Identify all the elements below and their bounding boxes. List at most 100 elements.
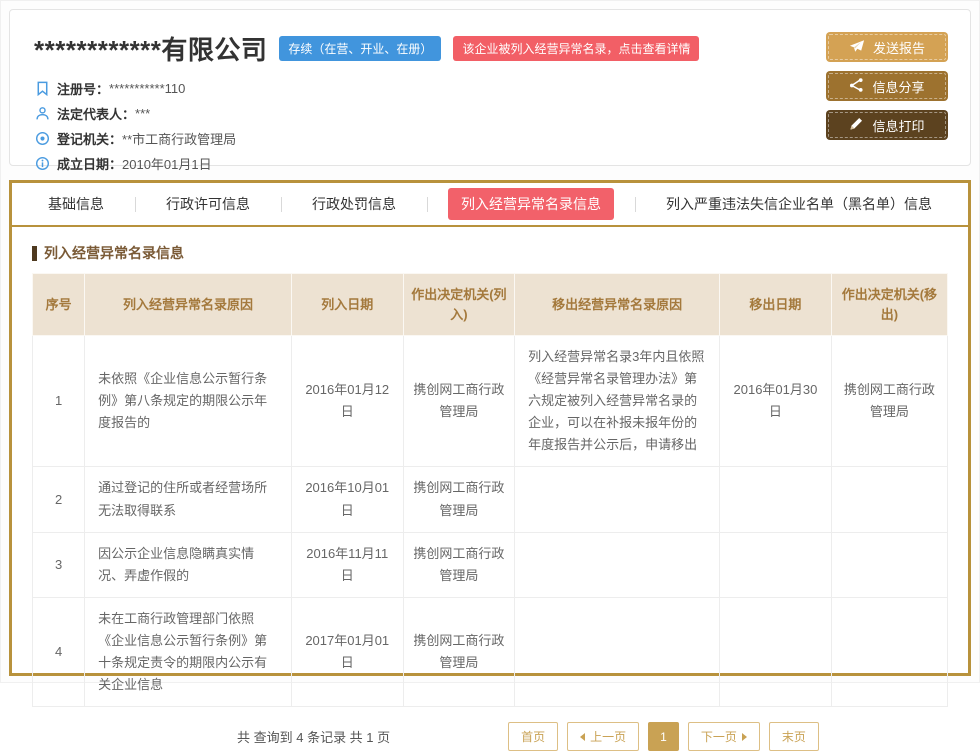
- send-report-button[interactable]: 发送报告: [826, 32, 948, 62]
- last-page-button[interactable]: 末页: [769, 722, 819, 751]
- tab-separator: [427, 197, 428, 212]
- table-cell: 2016年01月12日: [291, 336, 403, 467]
- registration-authority-value: **市工商行政管理局: [122, 129, 236, 148]
- table-header-row: 序号列入经营异常名录原因列入日期作出决定机关(列入)移出经营异常名录原因移出日期…: [33, 274, 948, 336]
- legal-representative-label: 法定代表人：: [57, 104, 135, 123]
- table-cell: 2016年10月01日: [291, 467, 403, 532]
- table-row: 3因公示企业信息隐瞒真实情况、弄虚作假的2016年11月11日携创网工商行政管理…: [33, 532, 948, 597]
- registration-number-row: 注册号： ***********110: [34, 76, 820, 101]
- table-cell: 2016年01月30日: [720, 336, 832, 467]
- table-row: 2通过登记的住所或者经营场所无法取得联系2016年10月01日携创网工商行政管理…: [33, 467, 948, 532]
- table-cell: 未在工商行政管理部门依照《企业信息公示暂行条例》第十条规定责令的期限内公示有关企…: [85, 597, 292, 706]
- registration-number-value: ***********110: [109, 81, 185, 96]
- table-cell: [515, 467, 720, 532]
- tab-administrative-penalty[interactable]: 行政处罚信息: [302, 188, 406, 220]
- first-page-label: 首页: [521, 728, 545, 745]
- table-cell: 携创网工商行政管理局: [403, 467, 515, 532]
- share-info-label: 信息分享: [872, 77, 924, 96]
- table-cell: [515, 532, 720, 597]
- tab-separator: [281, 197, 282, 212]
- table-cell: [831, 597, 947, 706]
- establishment-date-value: 2010年01月1日: [122, 154, 212, 173]
- prev-page-button[interactable]: 上一页: [567, 722, 639, 751]
- panel-body: 列入经营异常名录信息 序号列入经营异常名录原因列入日期作出决定机关(列入)移出经…: [12, 243, 968, 751]
- status-badge: 存续（在营、开业、在册）: [279, 36, 441, 61]
- detail-panel: 基础信息 行政许可信息 行政处罚信息 列入经营异常名录信息 列入严重违法失信企业…: [9, 180, 971, 676]
- info-icon: [34, 156, 50, 172]
- record-count-summary: 共 查询到 4 条记录 共 1 页: [237, 727, 390, 746]
- tab-separator: [135, 197, 136, 212]
- tab-administrative-license[interactable]: 行政许可信息: [156, 188, 260, 220]
- table-cell: 1: [33, 336, 85, 467]
- person-icon: [34, 106, 50, 122]
- next-page-label: 下一页: [701, 728, 737, 745]
- table-cell: 通过登记的住所或者经营场所无法取得联系: [85, 467, 292, 532]
- table-cell: 2: [33, 467, 85, 532]
- send-icon: [849, 39, 865, 56]
- last-page-label: 末页: [782, 728, 806, 745]
- pencil-icon: [849, 116, 864, 134]
- table-cell: [720, 597, 832, 706]
- tab-separator: [635, 197, 636, 212]
- table-cell: 4: [33, 597, 85, 706]
- first-page-button[interactable]: 首页: [508, 722, 558, 751]
- section-title-text: 列入经营异常名录信息: [44, 243, 184, 263]
- tab-abnormal-operations[interactable]: 列入经营异常名录信息: [448, 188, 614, 220]
- tab-basic-info[interactable]: 基础信息: [38, 188, 114, 220]
- table-header-cell: 序号: [33, 274, 85, 336]
- company-info: ************有限公司 存续（在营、开业、在册） 该企业被列入经营异常…: [34, 30, 820, 153]
- table-head: 序号列入经营异常名录原因列入日期作出决定机关(列入)移出经营异常名录原因移出日期…: [33, 274, 948, 336]
- company-title-row: ************有限公司 存续（在营、开业、在册） 该企业被列入经营异常…: [34, 30, 820, 67]
- abnormal-table: 序号列入经营异常名录原因列入日期作出决定机关(列入)移出经营异常名录原因移出日期…: [32, 273, 948, 707]
- table-cell: 携创网工商行政管理局: [403, 532, 515, 597]
- bookmark-icon: [34, 81, 50, 97]
- pagination: 共 查询到 4 条记录 共 1 页 首页 上一页 1 下一页: [32, 722, 948, 751]
- company-detail-rows: 注册号： ***********110 法定代表人： *** 登记机关： **市…: [34, 76, 820, 176]
- prev-page-label: 上一页: [590, 728, 626, 745]
- table-cell: [720, 532, 832, 597]
- registration-number-label: 注册号：: [57, 79, 109, 98]
- registration-authority-label: 登记机关：: [57, 129, 122, 148]
- table-body: 1未依照《企业信息公示暂行条例》第八条规定的期限公示年度报告的2016年01月1…: [33, 336, 948, 707]
- table-header-cell: 列入经营异常名录原因: [85, 274, 292, 336]
- table-header-cell: 作出决定机关(移出): [831, 274, 947, 336]
- table-header-cell: 移出经营异常名录原因: [515, 274, 720, 336]
- table-cell: 携创网工商行政管理局: [403, 597, 515, 706]
- legal-representative-row: 法定代表人： ***: [34, 101, 820, 126]
- registration-authority-row: 登记机关： **市工商行政管理局: [34, 126, 820, 151]
- tab-bar: 基础信息 行政许可信息 行政处罚信息 列入经营异常名录信息 列入严重违法失信企业…: [12, 183, 968, 227]
- establishment-date-row: 成立日期： 2010年01月1日: [34, 151, 820, 176]
- page-1-button[interactable]: 1: [648, 722, 679, 751]
- page: ************有限公司 存续（在营、开业、在册） 该企业被列入经营异常…: [0, 0, 980, 683]
- abnormal-alert-badge[interactable]: 该企业被列入经营异常名录，点击查看详情: [453, 36, 699, 61]
- page-1-label: 1: [660, 730, 667, 744]
- table-header-cell: 作出决定机关(列入): [403, 274, 515, 336]
- next-page-button[interactable]: 下一页: [688, 722, 760, 751]
- table-row: 4未在工商行政管理部门依照《企业信息公示暂行条例》第十条规定责令的期限内公示有关…: [33, 597, 948, 706]
- table-cell: 列入经营异常名录3年内且依照《经营异常名录管理办法》第六规定被列入经营异常名录的…: [515, 336, 720, 467]
- table-cell: 携创网工商行政管理局: [403, 336, 515, 467]
- table-cell: 因公示企业信息隐瞒真实情况、弄虚作假的: [85, 532, 292, 597]
- table-cell: [831, 467, 947, 532]
- company-name: ************有限公司: [34, 30, 267, 67]
- table-cell: 3: [33, 532, 85, 597]
- print-info-label: 信息打印: [872, 116, 924, 135]
- company-card: ************有限公司 存续（在营、开业、在册） 该企业被列入经营异常…: [9, 9, 971, 166]
- section-title: 列入经营异常名录信息: [32, 243, 948, 263]
- share-icon: [849, 78, 864, 95]
- section-title-marker: [32, 246, 37, 261]
- table-header-cell: 列入日期: [291, 274, 403, 336]
- next-arrow-icon: [742, 733, 747, 741]
- table-header-cell: 移出日期: [720, 274, 832, 336]
- table-cell: [515, 597, 720, 706]
- table-cell: 未依照《企业信息公示暂行条例》第八条规定的期限公示年度报告的: [85, 336, 292, 467]
- table-cell: [831, 532, 947, 597]
- prev-arrow-icon: [580, 733, 585, 741]
- share-info-button[interactable]: 信息分享: [826, 71, 948, 101]
- print-info-button[interactable]: 信息打印: [826, 110, 948, 140]
- tab-blacklist[interactable]: 列入严重违法失信企业名单（黑名单）信息: [656, 188, 942, 220]
- table-row: 1未依照《企业信息公示暂行条例》第八条规定的期限公示年度报告的2016年01月1…: [33, 336, 948, 467]
- establishment-date-label: 成立日期：: [57, 154, 122, 173]
- location-icon: [34, 131, 50, 147]
- table-cell: 携创网工商行政管理局: [831, 336, 947, 467]
